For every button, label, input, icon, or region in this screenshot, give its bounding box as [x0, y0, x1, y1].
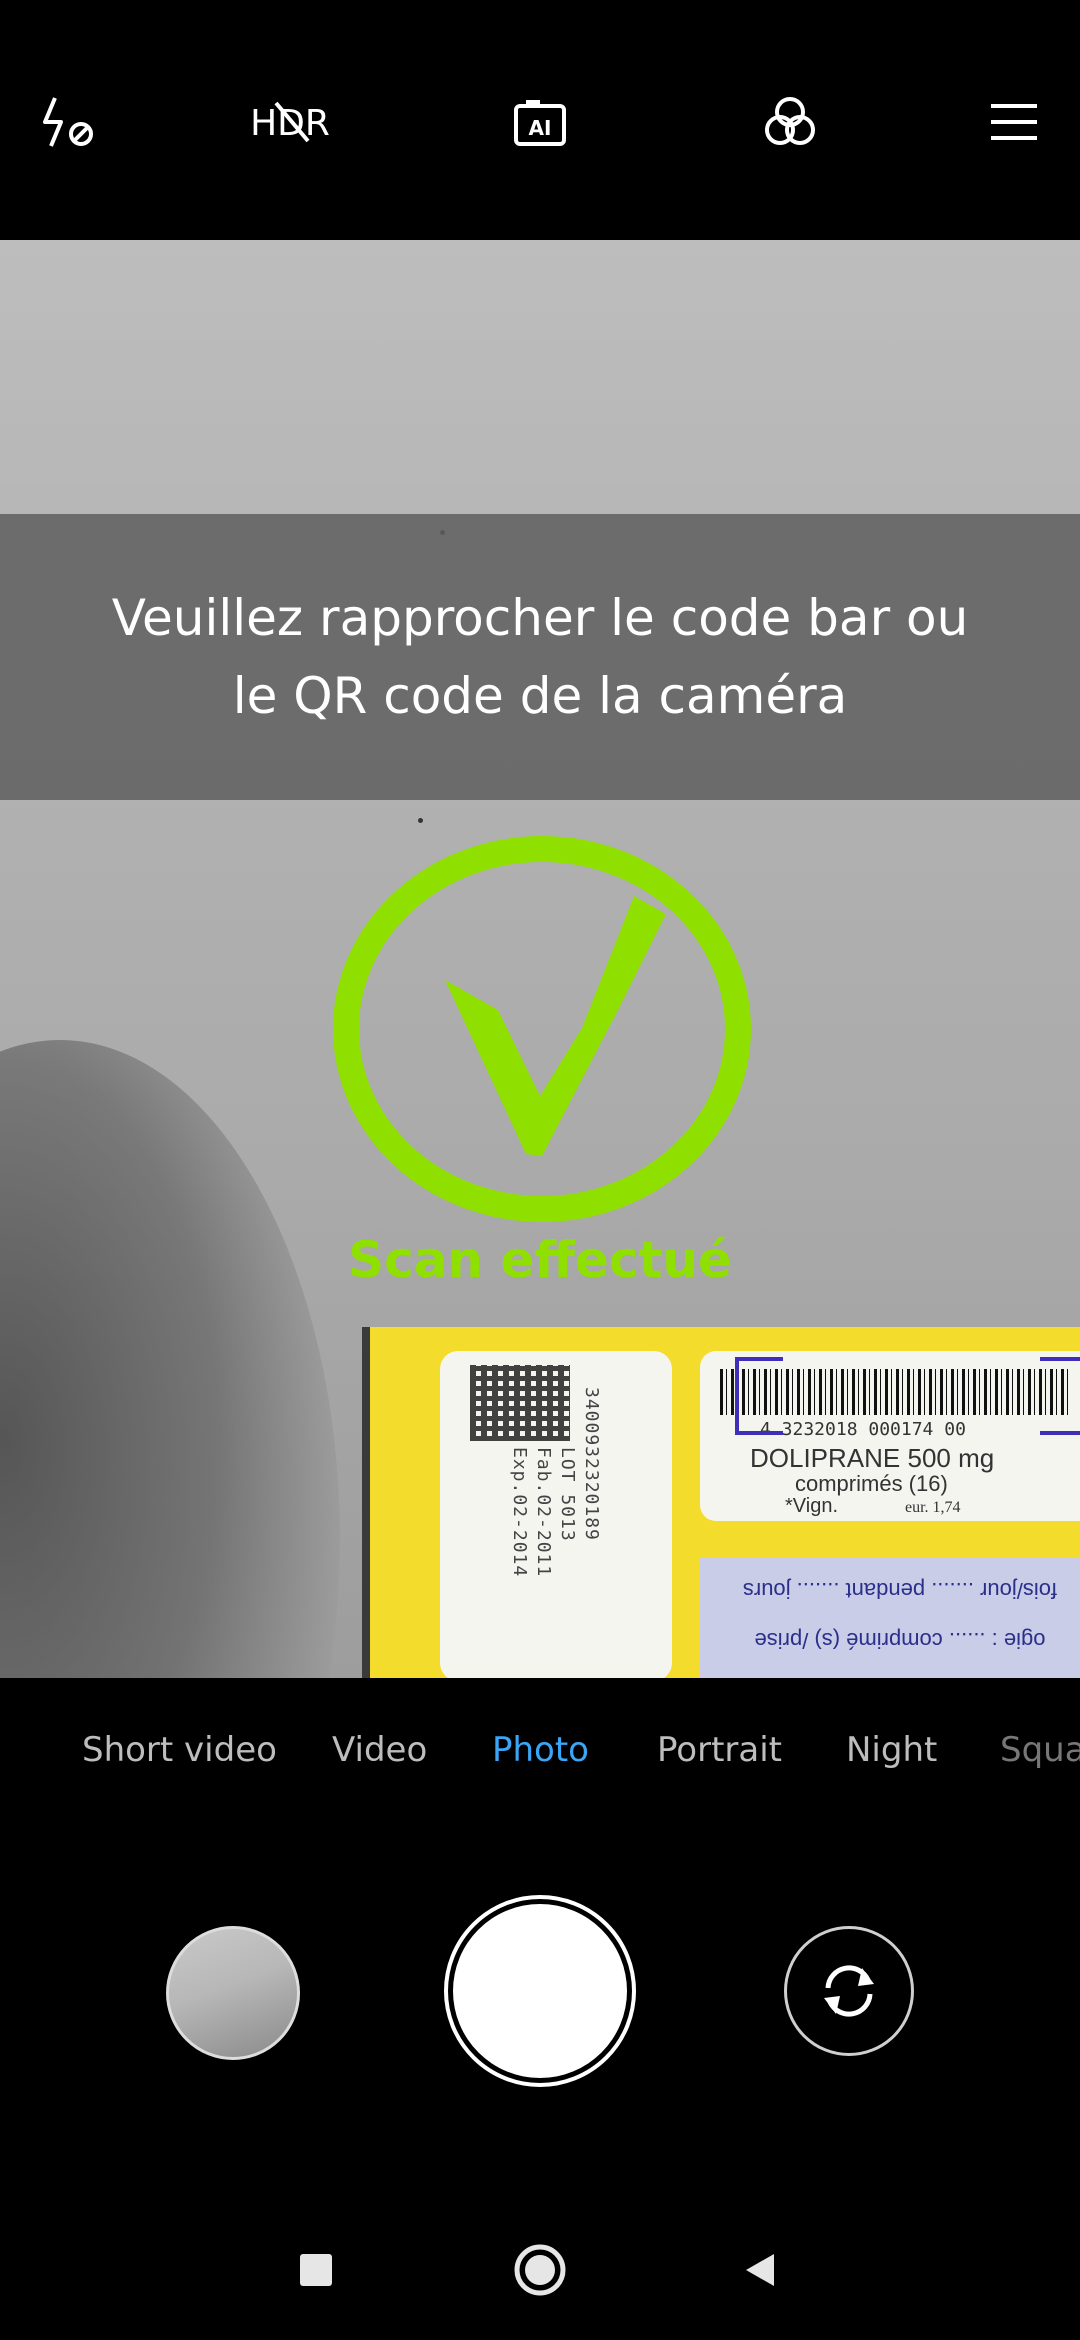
datamatrix-code [470, 1365, 570, 1441]
shutter-inner [453, 1904, 627, 2078]
drug-name: DOLIPRANE 500 mg [750, 1443, 995, 1473]
camera-screen: HDR AI Veuillez rapprocher le code bar o… [0, 0, 1080, 2340]
switch-camera-button[interactable] [784, 1926, 914, 2056]
fab-date: Fab.02-2011 [533, 1447, 554, 1578]
system-nav-bar [0, 2230, 1080, 2310]
mode-square[interactable]: Squa [1000, 1720, 1080, 1780]
menu-icon[interactable] [974, 82, 1054, 162]
lot-number: LOT 5013 [557, 1447, 578, 1542]
filters-icon[interactable] [750, 82, 830, 162]
product-code: 3400932320189 [581, 1387, 602, 1541]
hdr-icon[interactable]: HDR [240, 82, 340, 162]
scan-success-check-icon [330, 834, 754, 1224]
switch-camera-icon [824, 1965, 874, 2017]
camera-viewfinder[interactable]: Veuillez rapprocher le code bar ou le QR… [0, 240, 1080, 1678]
instruction-banner: Veuillez rapprocher le code bar ou le QR… [0, 514, 1080, 800]
dosage-band: fois/jour ....... pendant ....... jours … [700, 1557, 1080, 1677]
ai-icon[interactable]: AI [500, 82, 580, 162]
instruction-text: Veuillez rapprocher le code bar ou le QR… [111, 589, 969, 725]
mode-night[interactable]: Night [846, 1720, 937, 1780]
speck [418, 818, 423, 823]
dosage-line-1: fois/jour ....... pendant ....... jours [742, 1578, 1058, 1603]
flash-off-icon[interactable] [30, 82, 110, 162]
mode-short-video[interactable]: Short video [82, 1720, 277, 1780]
scan-status-label: Scan effectué [348, 1231, 732, 1289]
recents-icon [300, 2254, 332, 2286]
drug-form: comprimés (16) [795, 1471, 948, 1496]
scan-bracket-left [735, 1357, 783, 1435]
gallery-thumbnail[interactable] [166, 1926, 300, 2060]
shutter-button[interactable] [444, 1895, 636, 2087]
drug-price: eur. 1,74 [905, 1499, 961, 1516]
barcode-number: 4 3232018 000174 00 [760, 1419, 966, 1440]
back-button[interactable] [720, 2230, 800, 2310]
mode-portrait[interactable]: Portrait [657, 1720, 782, 1780]
exp-date: Exp.02-2014 [509, 1447, 530, 1578]
back-icon [746, 2254, 774, 2286]
recents-button[interactable] [276, 2230, 356, 2310]
home-button[interactable] [500, 2230, 580, 2310]
svg-text:AI: AI [529, 116, 552, 140]
drug-vign: *Vign. [785, 1495, 839, 1517]
mode-video[interactable]: Video [332, 1720, 427, 1780]
shadow [0, 1040, 340, 1678]
svg-text:HDR: HDR [250, 103, 330, 144]
mode-photo[interactable]: Photo [492, 1720, 589, 1780]
scan-bracket-right [1040, 1357, 1080, 1435]
home-icon [514, 2244, 566, 2296]
top-toolbar: HDR AI [0, 0, 1080, 240]
dosage-line-2: ogie : ...... comprimé (s) /prise [754, 1628, 1046, 1653]
camera-mode-selector: Short video Video Photo Portrait Night S… [0, 1720, 1080, 1780]
medicine-box: 3400932320189 LOT 5013 Fab.02-2011 Exp.0… [362, 1327, 1080, 1678]
